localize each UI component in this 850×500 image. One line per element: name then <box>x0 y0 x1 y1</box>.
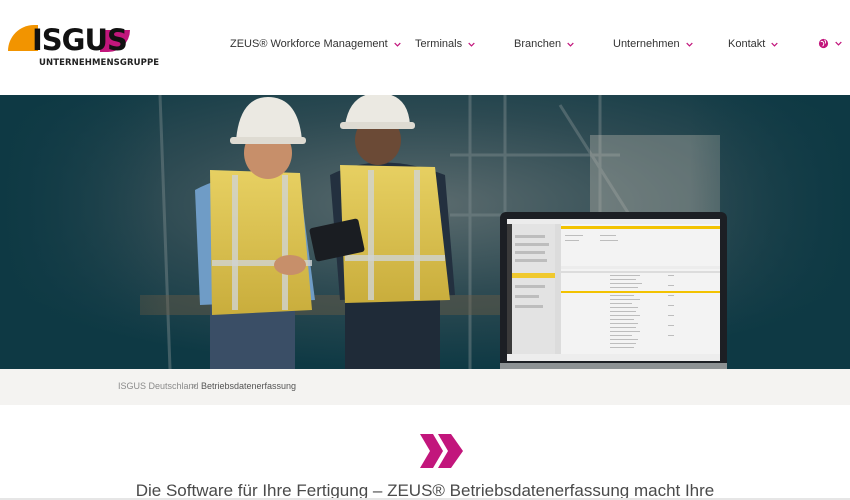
breadcrumb-current: Betriebsdatenerfassung <box>201 381 297 391</box>
logo-subtitle: UNTERNEHMENSGRUPPE <box>39 58 160 68</box>
nav-item-unternehmen[interactable]: Unternehmen <box>613 38 693 50</box>
breadcrumb-home-link[interactable]: ISGUS Deutschland <box>118 381 199 391</box>
nav-item-kontakt[interactable]: Kontakt <box>728 38 779 50</box>
nav-item-label: Kontakt <box>728 38 766 50</box>
language-selector[interactable] <box>818 38 842 49</box>
hero-banner <box>0 95 850 369</box>
chevron-down-icon <box>771 42 779 47</box>
nav-item-label: Branchen <box>514 38 562 50</box>
breadcrumb-separator: > <box>191 381 197 391</box>
laptop-screenshot <box>500 212 727 369</box>
chevron-down-icon <box>835 41 842 46</box>
nav-item-label: ZEUS® Workforce Management <box>230 38 388 50</box>
site-header: ISGUS UNTERNEHMENSGRUPPE ZEUS® Workforce… <box>0 0 850 95</box>
breadcrumb: ISGUS Deutschland > Betriebsdatenerfassu… <box>0 369 850 405</box>
double-chevron-right-icon <box>420 434 463 468</box>
nav-item-zeus[interactable]: ZEUS® Workforce Management <box>230 38 401 50</box>
globe-icon <box>818 38 829 49</box>
chevron-down-icon <box>468 42 475 47</box>
nav-item-branchen[interactable]: Branchen <box>514 38 574 50</box>
nav-item-terminals[interactable]: Terminals <box>415 38 475 50</box>
main-nav: ZEUS® Workforce Management Terminals Bra… <box>0 38 850 56</box>
chevron-down-icon <box>685 42 693 47</box>
hero-photo <box>0 95 850 369</box>
nav-item-label: Unternehmen <box>613 38 680 50</box>
chevron-down-icon <box>567 42 574 47</box>
chevron-down-icon <box>393 42 401 47</box>
nav-item-label: Terminals <box>415 38 463 50</box>
